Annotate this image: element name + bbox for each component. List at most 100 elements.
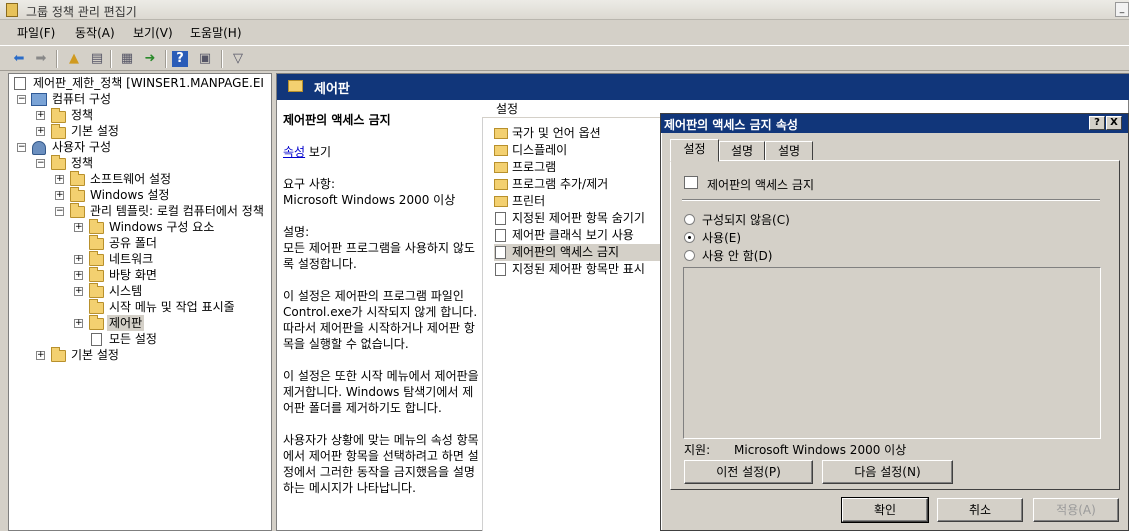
tree-item-all-settings[interactable]: 모든 설정 <box>109 331 157 347</box>
menu-view[interactable]: 보기(V) <box>131 24 175 41</box>
description-paragraph: 이 설정은 또한 시작 메뉴에서 제어판을 제거합니다. Windows 탐색기… <box>283 369 479 415</box>
tree-item-preferences[interactable]: 기본 설정 <box>71 123 119 139</box>
folder-icon <box>51 124 66 139</box>
export-list-icon[interactable]: ➜ <box>140 49 160 69</box>
toolbar-separator <box>110 50 112 68</box>
cancel-button[interactable]: 취소 <box>937 498 1023 522</box>
folder-icon <box>89 235 104 250</box>
expand-icon[interactable]: + <box>55 175 64 184</box>
tree-item-computer-config[interactable]: 컴퓨터 구성 <box>52 91 111 107</box>
radio-enabled[interactable] <box>684 232 695 243</box>
radio-label-enabled[interactable]: 사용(E) <box>702 229 741 246</box>
tree-item-user-config[interactable]: 사용자 구성 <box>52 139 111 155</box>
toolbar: ⬅ ➡ ▲ ▤ ▦ ➜ ? ▣ ▽ <box>0 45 1129 71</box>
policy-description: 제어판의 액세스 금지 속성 보기 요구 사항: Microsoft Window… <box>283 112 483 512</box>
close-button[interactable]: X <box>1106 116 1122 130</box>
menu-action[interactable]: 동작(A) <box>73 24 117 41</box>
expand-icon[interactable]: + <box>74 255 83 264</box>
expand-icon[interactable]: + <box>74 287 83 296</box>
back-arrow-icon[interactable]: ⬅ <box>9 49 29 69</box>
tree-item-admin-templates[interactable]: 관리 템플릿: 로컬 컴퓨터에서 정책 <box>90 203 271 219</box>
policy-icon <box>495 246 506 259</box>
list-item-label: 지정된 제어판 항목만 표시 <box>512 262 645 276</box>
next-setting-button[interactable]: 다음 설정(N) <box>822 460 953 484</box>
folder-icon <box>89 299 104 314</box>
apply-button[interactable]: 적용(A) <box>1033 498 1119 522</box>
folder-icon <box>494 128 508 139</box>
menu-file[interactable]: 파일(F) <box>15 24 57 41</box>
tree-item-start-menu[interactable]: 시작 메뉴 및 작업 표시줄 <box>109 299 235 315</box>
folder-icon <box>494 162 508 173</box>
folder-icon <box>89 267 104 282</box>
all-settings-icon <box>91 333 102 346</box>
list-item[interactable]: 제어판 클래식 보기 사용 <box>494 227 660 244</box>
support-value: Microsoft Windows 2000 이상 <box>734 443 907 457</box>
ok-button[interactable]: 확인 <box>841 497 929 523</box>
tree-item-preferences[interactable]: 기본 설정 <box>71 347 119 363</box>
expand-icon[interactable]: + <box>74 271 83 280</box>
expand-icon[interactable]: + <box>36 351 45 360</box>
list-item[interactable]: 프로그램 추가/제거 <box>494 176 660 193</box>
collapse-icon[interactable]: − <box>55 207 64 216</box>
pane-header <box>277 74 1129 100</box>
collapse-icon[interactable]: − <box>17 143 26 152</box>
tab-explain[interactable]: 설명 <box>719 141 765 161</box>
settings-column-header[interactable]: 설정 <box>482 101 662 118</box>
list-item[interactable]: 디스플레이 <box>494 142 660 159</box>
tree-item-system[interactable]: 시스템 <box>109 283 142 299</box>
collapse-icon[interactable]: − <box>17 95 26 104</box>
show-tree-icon[interactable]: ▤ <box>87 49 107 69</box>
tab-settings[interactable]: 설정 <box>670 139 719 162</box>
expand-icon[interactable]: + <box>36 111 45 120</box>
list-item[interactable]: 지정된 제어판 항목만 표시 <box>494 261 660 278</box>
help-button[interactable]: ? <box>1089 116 1105 130</box>
radio-not-configured[interactable] <box>684 214 695 225</box>
tree-item-software-settings[interactable]: 소프트웨어 설정 <box>90 171 171 187</box>
policy-icon <box>495 212 506 225</box>
tree-item-control-panel[interactable]: 제어판 <box>107 315 145 331</box>
folder-icon <box>89 219 104 234</box>
console-icon[interactable]: ▣ <box>195 49 215 69</box>
help-icon[interactable]: ? <box>172 51 188 67</box>
previous-setting-button[interactable]: 이전 설정(P) <box>684 460 813 484</box>
tree-item-windows-components[interactable]: Windows 구성 요소 <box>109 219 214 235</box>
filter-icon[interactable]: ▽ <box>228 49 248 69</box>
minimize-button[interactable]: _ <box>1115 2 1129 17</box>
radio-disabled[interactable] <box>684 250 695 261</box>
expand-icon[interactable]: + <box>55 191 64 200</box>
radio-label-not-configured[interactable]: 구성되지 않음(C) <box>702 211 790 228</box>
list-item[interactable]: 국가 및 언어 옵션 <box>494 125 660 142</box>
collapse-icon[interactable]: − <box>36 159 45 168</box>
properties-link[interactable]: 속성 <box>283 145 305 159</box>
forward-arrow-icon[interactable]: ➡ <box>31 49 51 69</box>
tree-item-policy[interactable]: 정책 <box>71 107 93 123</box>
list-item-selected[interactable]: 제어판의 액세스 금지 <box>494 244 660 261</box>
toolbar-separator <box>165 50 167 68</box>
list-item[interactable]: 지정된 제어판 항목 숨기기 <box>494 210 660 227</box>
expand-icon[interactable]: + <box>74 223 83 232</box>
expand-icon[interactable]: + <box>36 127 45 136</box>
expand-icon[interactable]: + <box>74 319 83 328</box>
tree-item-desktop[interactable]: 바탕 화면 <box>109 267 157 283</box>
list-item-label: 제어판의 액세스 금지 <box>512 245 619 259</box>
up-folder-icon[interactable]: ▲ <box>64 49 84 69</box>
list-item-label: 프로그램 <box>512 160 557 174</box>
title-bar: 그룹 정책 관리 편집기 _ <box>0 0 1129 20</box>
policy-doc-icon <box>14 77 26 90</box>
list-item[interactable]: 프로그램 <box>494 159 660 176</box>
tree-root[interactable]: 제어판_제한_정책 [WINSER1.MANPAGE.EI <box>33 75 264 91</box>
menu-help[interactable]: 도움말(H) <box>188 24 244 41</box>
tab-comment[interactable]: 설명 <box>765 141 813 161</box>
tree-item-windows-settings[interactable]: Windows 설정 <box>90 187 169 203</box>
description-paragraph: 모든 제어판 프로그램을 사용하지 않도록 설정합니다. <box>283 241 475 271</box>
link-suffix: 보기 <box>305 145 331 159</box>
tree-item-network[interactable]: 네트워크 <box>109 251 153 267</box>
list-item[interactable]: 프린터 <box>494 193 660 210</box>
user-icon <box>32 141 46 155</box>
policy-name: 제어판의 액세스 금지 <box>707 178 814 192</box>
radio-label-disabled[interactable]: 사용 안 함(D) <box>702 247 772 264</box>
tree-item-shared-folders[interactable]: 공유 폴더 <box>109 235 157 251</box>
tree-item-policy[interactable]: 정책 <box>71 155 93 171</box>
folder-icon <box>89 251 104 266</box>
properties-icon[interactable]: ▦ <box>117 49 137 69</box>
